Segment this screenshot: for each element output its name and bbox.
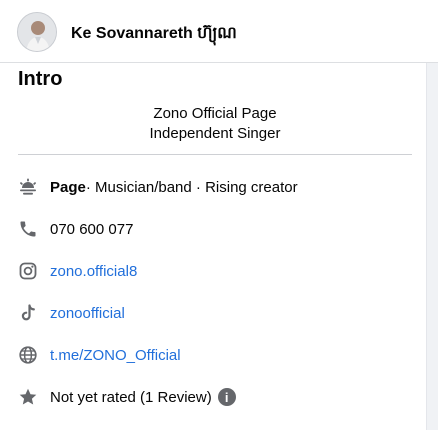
category-label: Page xyxy=(50,178,86,196)
phone-icon xyxy=(18,219,38,239)
intro-card: Intro Zono Official Page Independent Sin… xyxy=(0,63,427,430)
intro-title: Intro xyxy=(18,68,63,90)
tiktok-link[interactable]: zonoofficial xyxy=(50,305,125,322)
profile-header: Ke Sovannareth ហ៊្យុណ xyxy=(0,0,438,63)
instagram-row: zono.official8 xyxy=(18,260,418,282)
bio-line: Independent Singer xyxy=(149,125,281,142)
tiktok-row: zonoofficial xyxy=(18,302,418,324)
rating-row: Not yet rated (1 Review) i xyxy=(18,386,418,408)
avatar[interactable] xyxy=(17,12,57,52)
phone-number[interactable]: 070 600 077 xyxy=(50,221,133,238)
bio-line: Zono Official Page xyxy=(153,105,277,122)
tiktok-icon xyxy=(18,303,38,323)
rating-text: Not yet rated (1 Review) xyxy=(50,388,212,406)
category-icon xyxy=(18,177,38,197)
instagram-link[interactable]: zono.official8 xyxy=(50,263,137,280)
category-row: Page · Musician/band · Rising creator xyxy=(18,176,418,198)
intro-bio: Zono Official Page Independent Singer xyxy=(18,104,412,144)
instagram-icon xyxy=(18,261,38,281)
divider xyxy=(18,154,412,155)
category-value: · Musician/band · Rising creator xyxy=(85,178,298,196)
globe-icon xyxy=(18,345,38,365)
star-icon xyxy=(18,387,38,407)
website-link[interactable]: t.me/ZONO_Official xyxy=(50,347,181,364)
info-icon[interactable]: i xyxy=(217,388,236,406)
user-name[interactable]: Ke Sovannareth ហ៊្យុណ xyxy=(71,22,237,46)
website-row: t.me/ZONO_Official xyxy=(18,344,418,366)
phone-row: 070 600 077 xyxy=(18,218,418,240)
